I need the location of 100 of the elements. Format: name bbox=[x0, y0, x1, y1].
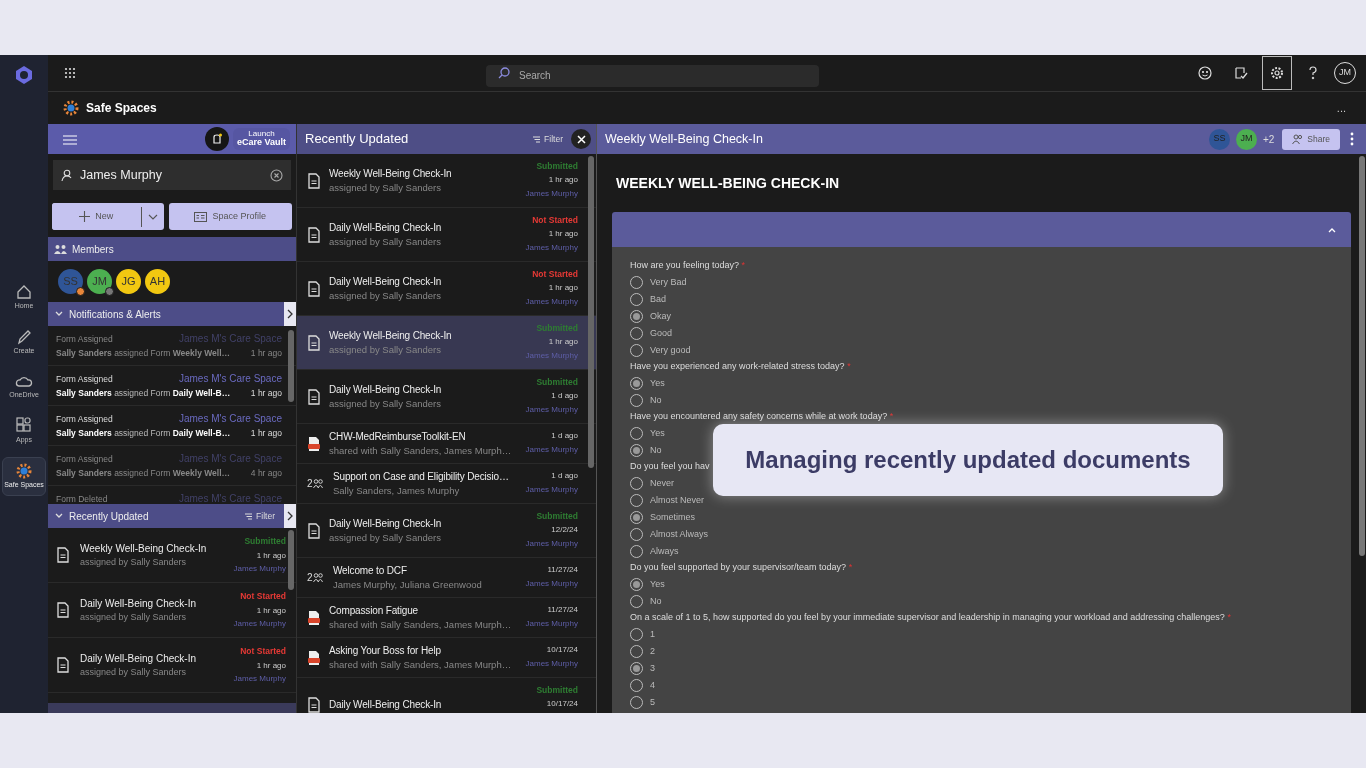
radio-option[interactable]: No bbox=[630, 442, 662, 459]
share-people-icon bbox=[1292, 134, 1304, 144]
document-title: Daily Well-Being Check-In bbox=[80, 596, 197, 611]
caret-icon bbox=[147, 212, 158, 221]
more-button[interactable]: ... bbox=[1330, 99, 1352, 117]
person-icon bbox=[61, 168, 74, 182]
viewer-avatar[interactable]: JM bbox=[1235, 128, 1257, 150]
launch-button[interactable]: Launch eCare Vault bbox=[232, 127, 290, 151]
radio-option[interactable]: Bad bbox=[630, 291, 666, 308]
notification-title: Form Assigned bbox=[56, 413, 113, 426]
radio-option[interactable]: No bbox=[630, 392, 662, 409]
time-label: 1 hr ago bbox=[547, 228, 578, 241]
time-label: 1 hr ago bbox=[250, 347, 282, 360]
radio-option[interactable]: Always bbox=[630, 543, 679, 560]
owner-name: James Murphy bbox=[525, 483, 578, 496]
person-field[interactable]: James Murphy bbox=[53, 160, 291, 190]
settings-button[interactable] bbox=[1262, 56, 1292, 90]
space-name: James M's Care Space bbox=[178, 372, 282, 386]
space-profile-button[interactable]: Space Profile bbox=[168, 203, 292, 230]
radio-option[interactable]: 5 bbox=[630, 694, 655, 711]
radio-option[interactable]: Good bbox=[630, 325, 673, 342]
filter-button[interactable]: Filter bbox=[240, 509, 279, 523]
radio-option[interactable]: Okay bbox=[630, 308, 671, 325]
scrollbar[interactable] bbox=[288, 330, 294, 402]
document-subtitle: assigned by Sally Sanders bbox=[80, 555, 188, 569]
member-avatar[interactable]: JM bbox=[87, 269, 112, 294]
radio-option[interactable]: 4 bbox=[630, 677, 655, 694]
close-icon bbox=[576, 134, 586, 144]
space-name: James M's Care Space bbox=[178, 492, 282, 504]
owner-name: James Murphy bbox=[525, 443, 578, 456]
expand-button[interactable] bbox=[284, 302, 296, 326]
more-viewers-count[interactable]: +2 bbox=[1262, 131, 1275, 147]
document-title: Welcome to DCF bbox=[333, 563, 408, 578]
callout-banner: Managing recently updated documents bbox=[713, 424, 1223, 496]
clear-icon[interactable] bbox=[270, 168, 283, 182]
app-title: Safe Spaces bbox=[86, 100, 157, 117]
document-icon bbox=[307, 172, 321, 189]
member-avatar[interactable]: AH bbox=[145, 269, 170, 294]
notification-message: Sally Sanders assigned Form Daily Well-B… bbox=[56, 427, 231, 440]
scrollbar[interactable] bbox=[288, 530, 294, 590]
close-button[interactable] bbox=[571, 129, 591, 149]
document-icon bbox=[307, 334, 321, 351]
app-gear-icon bbox=[62, 99, 80, 117]
time-label: 11/27/24 bbox=[546, 604, 578, 616]
radio-option[interactable]: 3 bbox=[630, 660, 655, 677]
document-item[interactable]: Daily Well-Being Check-In assigned by Sally Sanders Not Started 1 hr ago James Murphy bbox=[48, 583, 296, 638]
radio-option[interactable]: Very Bad bbox=[630, 274, 687, 291]
filter-button[interactable]: Filter bbox=[528, 132, 567, 146]
gear-icon bbox=[15, 462, 33, 480]
radio-option[interactable]: 1 bbox=[630, 626, 655, 643]
question-label: Have you encountered any safety concerns while at work today? * bbox=[630, 410, 894, 423]
notification-item[interactable]: Form Assigned James M's Care Space Sally Sanders assigned Form Weekly Well… 4 hr ago bbox=[48, 446, 296, 486]
document-title: Compassion Fatigue bbox=[329, 603, 419, 618]
document-subtitle: assigned by Sally Sanders bbox=[329, 234, 442, 249]
radio-option[interactable]: Sometimes bbox=[630, 509, 695, 526]
status-label: Submitted bbox=[535, 510, 578, 523]
document-title: Daily Well-Being Check-In bbox=[329, 220, 443, 235]
time-label: 11/27/24 bbox=[546, 564, 578, 576]
radio-option[interactable]: Never bbox=[630, 475, 674, 492]
document-item[interactable]: Weekly Well-Being Check-In assigned by Sally Sanders Submitted 1 hr ago James Murphy bbox=[297, 316, 596, 370]
document-icon bbox=[307, 226, 321, 243]
radio-option[interactable]: No bbox=[630, 593, 662, 610]
share-button[interactable]: Share bbox=[1282, 128, 1340, 150]
bell-icon bbox=[210, 133, 223, 145]
owner-name: James Murphy bbox=[525, 577, 578, 590]
member-avatar[interactable]: JG bbox=[116, 269, 141, 294]
time-label: 1 d ago bbox=[550, 470, 578, 482]
document-subtitle: assigned by Sally Sanders bbox=[329, 180, 442, 195]
scrollbar[interactable] bbox=[588, 156, 594, 468]
smiley-icon bbox=[1198, 66, 1212, 80]
owner-name: James Murphy bbox=[233, 563, 286, 576]
radio-option[interactable]: Almost Always bbox=[630, 526, 709, 543]
notification-button[interactable] bbox=[204, 127, 229, 151]
chevron-right-icon bbox=[285, 511, 295, 521]
document-icon bbox=[56, 547, 70, 563]
radio-option[interactable]: Very good bbox=[630, 342, 691, 359]
document-icon bbox=[56, 602, 70, 618]
status-label: Submitted bbox=[536, 684, 578, 697]
pdf-file-icon bbox=[307, 435, 321, 452]
notification-item[interactable]: Form Assigned James M's Care Space Sally Sanders assigned Form Daily Well-B… 1 hr ago bbox=[48, 406, 296, 446]
owner-name: James Murphy bbox=[525, 350, 578, 363]
document-subtitle: assigned by Sally Sanders bbox=[329, 342, 442, 357]
document-subtitle: shared with Sally Sanders, James Murph… bbox=[329, 657, 513, 672]
app-logo-icon[interactable] bbox=[14, 65, 34, 85]
time-label: 12/2/24 bbox=[550, 524, 578, 537]
radio-option[interactable]: Yes bbox=[630, 425, 665, 442]
document-check-icon bbox=[1234, 66, 1248, 80]
document-subtitle: Sally Sanders, James Murphy bbox=[333, 483, 461, 498]
radio-option[interactable]: Yes bbox=[630, 375, 665, 392]
radio-option[interactable]: 2 bbox=[630, 643, 655, 660]
document-title: Support on Case and Eligibility Decisio… bbox=[333, 469, 510, 484]
document-item[interactable]: Daily Well-Being Check-In assigned by Sally Sanders Not Started 1 hr ago James Murphy bbox=[48, 638, 296, 693]
app-launcher-icon[interactable] bbox=[64, 67, 76, 79]
search-field[interactable]: Search bbox=[486, 64, 819, 87]
scrollbar[interactable] bbox=[1359, 156, 1365, 556]
radio-option[interactable]: Almost Never bbox=[630, 492, 704, 509]
expand-button[interactable] bbox=[284, 504, 296, 528]
document-subtitle: shared with Sally Sanders, James Murph… bbox=[329, 617, 513, 632]
radio-option[interactable]: Yes bbox=[630, 576, 665, 593]
section-title: Recently Updated bbox=[69, 509, 149, 524]
